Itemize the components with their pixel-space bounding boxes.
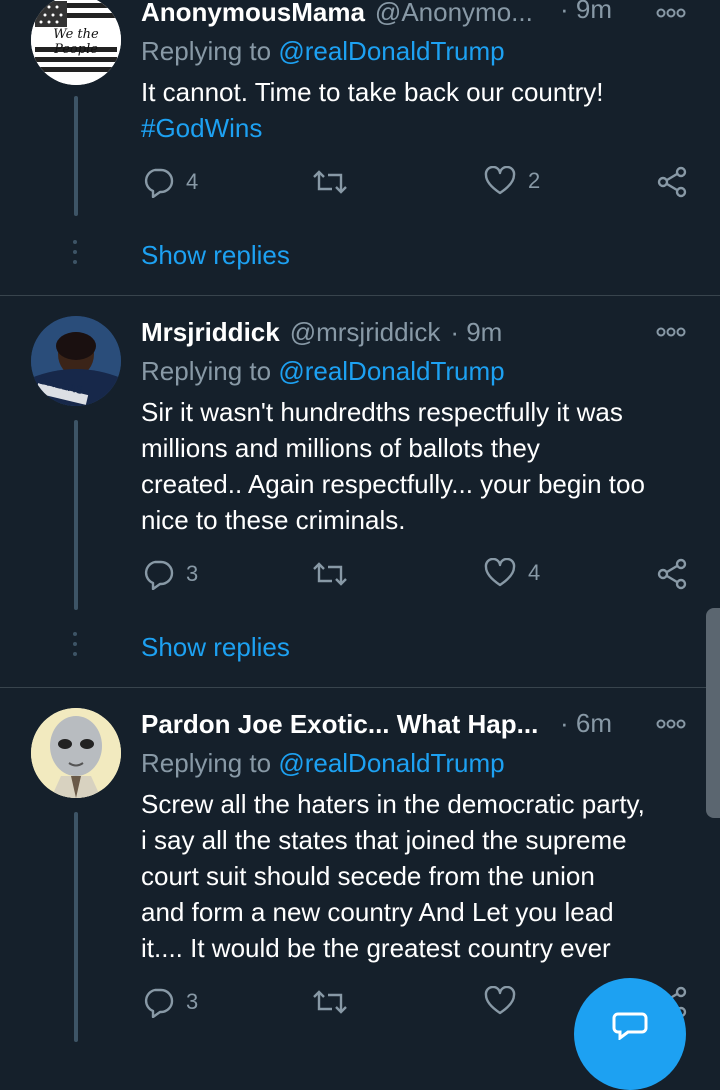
more-icon[interactable] — [656, 718, 686, 730]
divider — [0, 687, 720, 688]
tweet-text-line: millions and millions of ballots they — [141, 433, 540, 463]
tweet-1[interactable]: We the People AnonymousMama @Anonymo... … — [0, 0, 720, 296]
tweet-text-line: Sir it wasn't hundredths respectfully it… — [141, 397, 623, 427]
compose-icon — [612, 1012, 648, 1040]
reply-icon — [144, 560, 174, 590]
retweet-button[interactable] — [312, 988, 360, 1016]
thread-dots — [73, 632, 79, 662]
display-name[interactable]: Mrsjriddick — [141, 317, 280, 348]
reply-button[interactable]: 3 — [142, 986, 198, 1018]
thread-line — [74, 420, 78, 610]
tweet-text-line: i say all the states that joined the sup… — [141, 825, 627, 855]
tweet-text: Sir it wasn't hundredths respectfully it… — [141, 394, 701, 538]
reply-count: 3 — [186, 989, 199, 1014]
replying-to: Replying to @realDonaldTrump — [141, 748, 505, 779]
display-name[interactable]: Pardon Joe Exotic... What Hap... — [141, 709, 538, 740]
show-replies-link[interactable]: Show replies — [141, 240, 290, 271]
like-button[interactable] — [484, 986, 528, 1016]
thread-dots — [73, 240, 79, 270]
timestamp[interactable]: · 9m — [560, 0, 612, 25]
retweet-icon — [313, 990, 347, 1014]
like-count: 4 — [528, 560, 541, 585]
heart-icon — [484, 986, 516, 1015]
reply-count: 3 — [186, 561, 199, 586]
replying-to: Replying to @realDonaldTrump — [141, 36, 505, 67]
thread-line — [74, 96, 78, 216]
replying-prefix: Replying to — [141, 36, 279, 66]
divider — [0, 295, 720, 296]
like-button[interactable]: 4 — [484, 558, 540, 588]
share-icon — [657, 558, 687, 590]
tweet-2[interactable]: DALLAS Mrsjriddick @mrsjriddick · 9m Rep… — [0, 316, 720, 688]
heart-icon — [484, 166, 516, 195]
retweet-button[interactable] — [312, 560, 360, 588]
reply-count: 4 — [186, 169, 199, 194]
handle[interactable]: @mrsjriddick — [290, 317, 441, 348]
tweet-text-line: court suit should secede from the union — [141, 861, 595, 891]
timestamp[interactable]: · 6m — [560, 708, 612, 739]
retweet-icon — [313, 170, 347, 194]
cartoon-alien-avatar — [31, 708, 121, 798]
tweet-text-line: it.... It would be the greatest country … — [141, 933, 611, 963]
show-replies-link[interactable]: Show replies — [141, 632, 290, 663]
mention-link[interactable]: @realDonaldTrump — [278, 356, 504, 386]
reply-icon — [144, 988, 174, 1018]
retweet-icon — [313, 562, 347, 586]
avatar[interactable]: We the People — [31, 0, 121, 85]
tweet-text-line: nice to these criminals. — [141, 505, 406, 535]
share-button[interactable] — [656, 558, 688, 590]
share-icon — [657, 166, 687, 198]
more-icon[interactable] — [656, 326, 686, 338]
more-icon[interactable] — [656, 7, 686, 19]
replying-prefix: Replying to — [141, 748, 279, 778]
tweet-text-line: Screw all the haters in the democratic p… — [141, 789, 645, 819]
scrollbar[interactable] — [706, 608, 720, 818]
timestamp[interactable]: · 9m — [450, 317, 502, 348]
avatar-logo-text: We the People — [53, 27, 99, 57]
retweet-button[interactable] — [312, 168, 360, 196]
mention-link[interactable]: @realDonaldTrump — [278, 748, 504, 778]
share-button[interactable] — [656, 166, 688, 198]
thread-line — [74, 812, 78, 1042]
tweet-text: Screw all the haters in the democratic p… — [141, 786, 701, 966]
tweet-text-line: It cannot. Time to take back our country… — [141, 77, 604, 107]
like-count: 2 — [528, 168, 541, 193]
display-name[interactable]: AnonymousMama — [141, 0, 365, 28]
like-button[interactable]: 2 — [484, 166, 540, 196]
tweet-text-line: and form a new country And Let you lead — [141, 897, 614, 927]
reply-button[interactable]: 3 — [142, 558, 198, 590]
mention-link[interactable]: @realDonaldTrump — [278, 36, 504, 66]
replying-to: Replying to @realDonaldTrump — [141, 356, 505, 387]
reply-icon — [144, 168, 174, 198]
avatar[interactable]: DALLAS — [31, 316, 121, 406]
hashtag-link[interactable]: #GodWins — [141, 110, 701, 146]
heart-icon — [484, 558, 516, 587]
tweet-text: It cannot. Time to take back our country… — [141, 74, 701, 146]
tweet-text-line: created.. Again respectfully... your beg… — [141, 469, 645, 499]
replying-prefix: Replying to — [141, 356, 279, 386]
avatar[interactable] — [31, 708, 121, 798]
reply-button[interactable]: 4 — [142, 166, 198, 198]
handle[interactable]: @Anonymo... — [375, 0, 533, 28]
